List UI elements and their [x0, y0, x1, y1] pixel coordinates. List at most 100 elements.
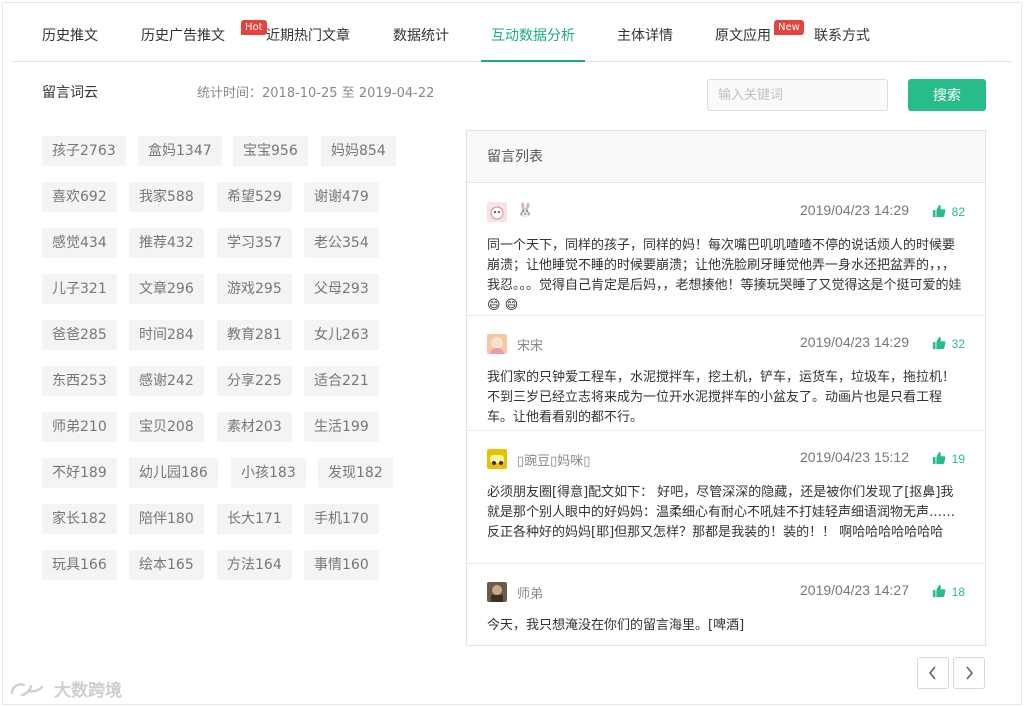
tab-data-statistics[interactable]: 数据统计 [393, 14, 449, 62]
word-tag[interactable]: 女儿263 [304, 320, 379, 350]
avatar [487, 202, 507, 222]
like-count[interactable]: 19 [932, 451, 965, 466]
like-count-value: 18 [951, 585, 965, 599]
avatar-image [490, 337, 504, 354]
like-count[interactable]: 18 [932, 584, 965, 599]
word-tag[interactable]: 推荐432 [129, 228, 204, 258]
word-tag[interactable]: 孩子2763 [42, 136, 126, 166]
comment-text: 必须朋友圈[得意]配文如下： 好吧，尽管深深的隐藏，还是被你们发现了[抠鼻]我就… [487, 485, 956, 540]
tab-label: 数据统计 [393, 28, 449, 44]
comment-date: 2019/04/23 14:27 [800, 582, 909, 598]
comment-item: ▯豌豆▯妈咪▯ 2019/04/23 15:12 19 必须朋友圈[得意]配文如… [467, 431, 985, 564]
comment-header: ▯豌豆▯妈咪▯ 2019/04/23 15:12 19 [487, 449, 965, 469]
brand-logo-icon [10, 682, 44, 696]
word-tag[interactable]: 感谢242 [129, 366, 204, 396]
word-tag[interactable]: 学习357 [217, 228, 292, 258]
word-tag[interactable]: 素材203 [217, 412, 292, 442]
word-tag[interactable]: 发现182 [318, 458, 393, 488]
tab-entity-details[interactable]: 主体详情 [617, 14, 673, 62]
comment-item: 🐰 2019/04/23 14:29 82 同一个天下，同样的孩子，同样的妈！每… [467, 184, 985, 316]
top-tab-bar: 历史推文 历史广告推文 Hot 近期热门文章 数据统计 互动数据分析 主体详情 … [12, 14, 1011, 62]
comment-date: 2019/04/23 14:29 [800, 202, 909, 218]
comment-header: 宋宋 2019/04/23 14:29 32 [487, 334, 965, 354]
comment-list-panel: 留言列表 🐰 2019/04/23 14:29 82 同一个天下，同样的孩子，同… [466, 130, 986, 646]
word-tag[interactable]: 游戏295 [217, 274, 292, 304]
avatar [487, 449, 507, 469]
word-tag[interactable]: 事情160 [304, 550, 379, 580]
word-tag[interactable]: 盒妈1347 [138, 136, 222, 166]
word-tag[interactable]: 玩具166 [42, 550, 117, 580]
next-page-button[interactable] [953, 657, 985, 689]
like-count-value: 32 [951, 337, 965, 351]
word-tag[interactable]: 时间284 [129, 320, 204, 350]
word-tag[interactable]: 师弟210 [42, 412, 117, 442]
thumbs-up-icon [932, 584, 946, 598]
word-tag[interactable]: 教育281 [217, 320, 292, 350]
keyword-search-input[interactable] [707, 79, 888, 111]
avatar [487, 334, 507, 354]
tab-label: 历史推文 [42, 28, 98, 44]
thumbs-up-icon [932, 204, 946, 218]
word-tag[interactable]: 小孩183 [231, 458, 306, 488]
word-tag[interactable]: 妈妈854 [321, 136, 396, 166]
tab-original-app[interactable]: 原文应用 [715, 14, 771, 62]
comment-nickname: 🐰 [517, 203, 534, 218]
tab-label: 主体详情 [617, 28, 673, 44]
stat-time-range: 统计时间：2018-10-25 至 2019-04-22 [197, 86, 435, 101]
word-tag[interactable]: 绘本165 [129, 550, 204, 580]
comment-nickname: 宋宋 [517, 339, 544, 354]
word-tag[interactable]: 文章296 [129, 274, 204, 304]
tab-history-posts[interactable]: 历史推文 [42, 14, 98, 62]
tab-history-ad-posts[interactable]: 历史广告推文 [141, 14, 225, 62]
like-count[interactable]: 82 [932, 204, 965, 219]
comment-nickname: 师弟 [517, 587, 544, 602]
avatar [487, 582, 507, 602]
tab-label: 历史广告推文 [141, 28, 225, 44]
word-tag[interactable]: 家长182 [42, 504, 117, 534]
word-tag[interactable]: 幼儿园186 [129, 458, 218, 488]
prev-page-button[interactable] [917, 657, 949, 689]
word-tag[interactable]: 生活199 [304, 412, 379, 442]
word-tag[interactable]: 谢谢479 [304, 182, 379, 212]
comment-header: 🐰 2019/04/23 14:29 82 [487, 202, 965, 222]
word-tag[interactable]: 父母293 [304, 274, 379, 304]
comment-date: 2019/04/23 14:29 [800, 334, 909, 350]
watermark-text: 大数跨境 [54, 681, 122, 701]
word-tag[interactable]: 不好189 [42, 458, 117, 488]
new-badge: New [774, 20, 804, 35]
like-count-value: 82 [951, 205, 965, 219]
watermark: 大数跨境 [8, 676, 122, 701]
tab-interaction-analysis[interactable]: 互动数据分析 [481, 14, 585, 62]
word-tag[interactable]: 方法164 [217, 550, 292, 580]
word-tag[interactable]: 手机170 [304, 504, 379, 534]
word-tag[interactable]: 东西253 [42, 366, 117, 396]
search-button[interactable]: 搜索 [908, 79, 986, 111]
word-tag[interactable]: 适合221 [304, 366, 379, 396]
avatar-image [490, 455, 504, 465]
like-count-value: 19 [951, 452, 965, 466]
word-tag[interactable]: 分享225 [217, 366, 292, 396]
comment-text: 今天，我只想淹没在你们的留言海里。[啤酒] [487, 618, 745, 633]
comment-nickname: ▯豌豆▯妈咪▯ [517, 454, 591, 469]
word-tag[interactable]: 宝贝208 [129, 412, 204, 442]
word-tag[interactable]: 爸爸285 [42, 320, 117, 350]
tab-label: 原文应用 [715, 28, 771, 44]
word-tag[interactable]: 喜欢692 [42, 182, 117, 212]
word-cloud-title: 留言词云 [42, 85, 98, 101]
comment-item: 师弟 2019/04/23 14:27 18 今天，我只想淹没在你们的留言海里。… [467, 564, 985, 645]
tab-contact[interactable]: 联系方式 [814, 14, 870, 62]
like-count[interactable]: 32 [932, 336, 965, 351]
tab-label: 近期热门文章 [266, 28, 350, 44]
word-tag[interactable]: 长大171 [217, 504, 292, 534]
tab-recent-hot-articles[interactable]: 近期热门文章 [266, 14, 350, 62]
word-tag[interactable]: 感觉434 [42, 228, 117, 258]
word-tag[interactable]: 希望529 [217, 182, 292, 212]
word-tag[interactable]: 宝宝956 [233, 136, 308, 166]
word-tag[interactable]: 我家588 [129, 182, 204, 212]
thumbs-up-icon [932, 336, 946, 350]
avatar-image [491, 585, 503, 602]
comment-item: 宋宋 2019/04/23 14:29 32 我们家的只钟爱工程车，水泥搅拌车，… [467, 316, 985, 431]
word-tag[interactable]: 儿子321 [42, 274, 117, 304]
word-tag[interactable]: 陪伴180 [129, 504, 204, 534]
word-tag[interactable]: 老公354 [304, 228, 379, 258]
